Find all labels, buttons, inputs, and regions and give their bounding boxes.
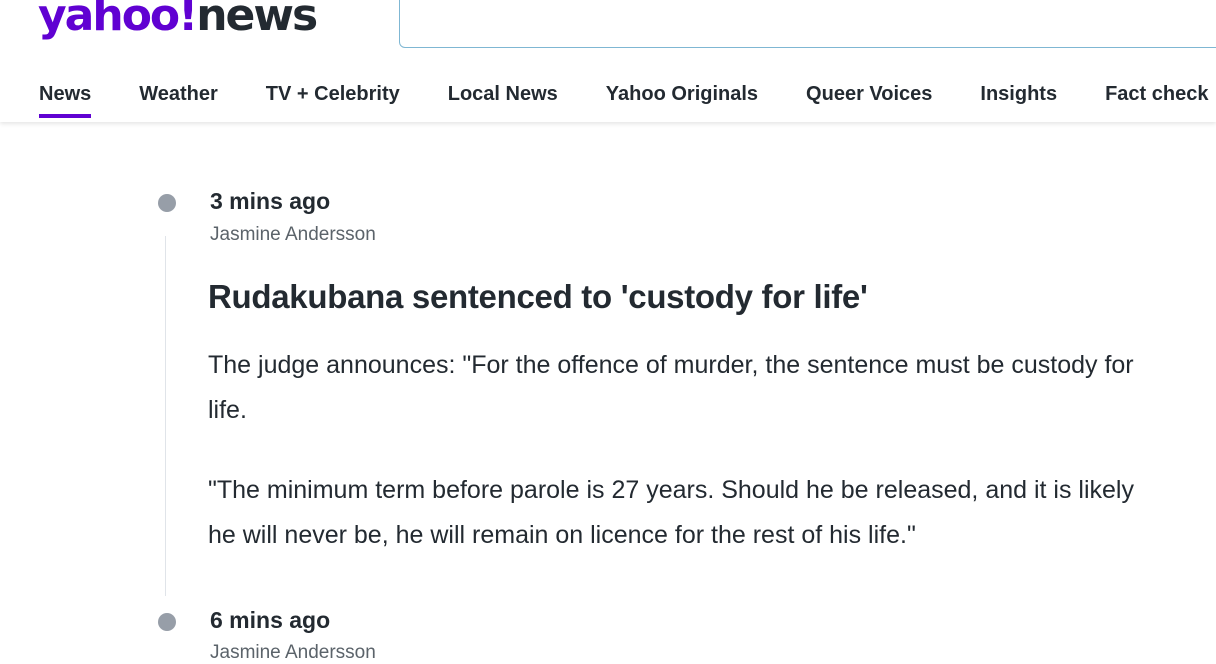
logo-section-text: news — [196, 0, 318, 41]
nav-item-tv-celebrity[interactable]: TV + Celebrity — [266, 78, 400, 122]
nav-item-news[interactable]: News — [39, 78, 92, 122]
section-nav: News Weather TV + Celebrity Local News Y… — [39, 78, 1216, 122]
entry-timestamp[interactable]: 3 mins ago — [210, 188, 330, 215]
nav-item-local-news[interactable]: Local News — [448, 78, 558, 122]
entry-paragraph: The judge announces: "For the offence of… — [208, 351, 1134, 424]
logo-brand-text: yahoo — [38, 0, 180, 41]
nav-item-yahoo-originals[interactable]: Yahoo Originals — [606, 78, 758, 122]
entry-headline: Rudakubana sentenced to 'custody for lif… — [208, 278, 868, 315]
nav-item-fact-check[interactable]: Fact check — [1105, 78, 1208, 122]
entry-author: Jasmine Andersson — [210, 224, 376, 245]
entry-author: Jasmine Andersson — [210, 642, 376, 663]
yahoo-news-logo[interactable]: yahoo!news — [38, 0, 318, 44]
search-input[interactable] — [400, 0, 1216, 47]
entry-paragraph: "The minimum term before parole is 27 ye… — [208, 476, 1134, 549]
site-header: yahoo!news News Weather TV + Celebrity L… — [0, 0, 1216, 122]
search-box[interactable] — [399, 0, 1216, 48]
timeline-dot — [158, 613, 176, 631]
nav-item-weather[interactable]: Weather — [139, 78, 218, 122]
timeline-line — [165, 236, 166, 596]
nav-item-queer-voices[interactable]: Queer Voices — [806, 78, 932, 122]
timeline-dot — [158, 194, 176, 212]
entry-timestamp[interactable]: 6 mins ago — [210, 607, 330, 634]
nav-item-insights[interactable]: Insights — [980, 78, 1057, 122]
logo-bang-text: ! — [178, 0, 198, 41]
